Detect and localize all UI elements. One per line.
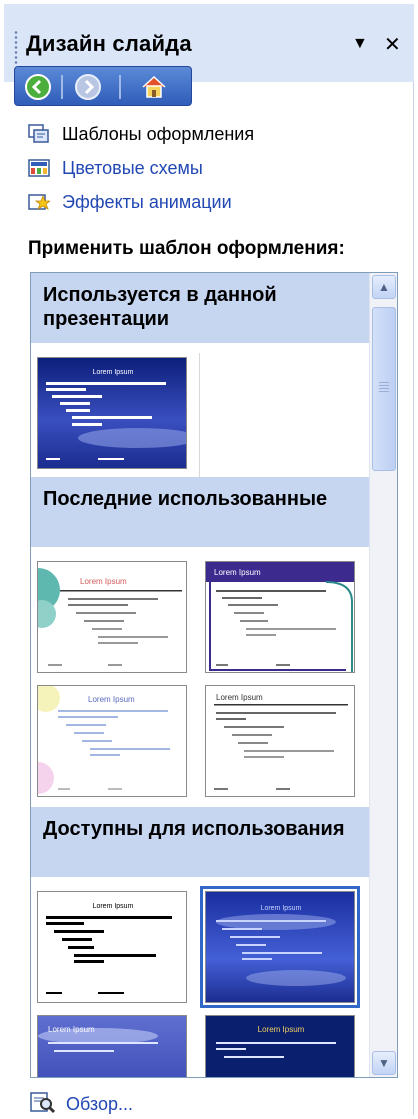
drag-grip-icon[interactable]	[14, 30, 18, 64]
scroll-grip-icon	[379, 382, 389, 392]
design-templates-icon	[28, 124, 50, 144]
template-thumb-recent-4[interactable]: Lorem Ipsum	[205, 685, 355, 797]
template-gallery[interactable]: Используется в данной презентации Lorem …	[30, 272, 398, 1078]
slide-design-task-pane: Дизайн слайда ▼ ✕ Шаблоны оформления Цве…	[4, 4, 414, 1115]
home-icon[interactable]	[139, 72, 169, 102]
group-header-available: Доступны для использования	[31, 807, 369, 877]
close-icon[interactable]: ✕	[384, 32, 401, 57]
nav-separator	[61, 75, 63, 99]
browse-label: Обзор...	[66, 1094, 133, 1114]
column-divider	[199, 353, 200, 479]
thumb-title: Lorem Ipsum	[48, 1025, 95, 1034]
thumb-title: Lorem Ipsum	[80, 577, 127, 586]
thumb-title: Lorem Ipsum	[258, 1025, 305, 1034]
nav-separator	[119, 75, 121, 99]
forward-arrow-icon[interactable]	[73, 72, 103, 102]
animation-effects-icon	[28, 192, 52, 212]
thumb-title: Lorem Ipsum	[93, 369, 134, 376]
thumb-title: Lorem Ipsum	[261, 905, 302, 912]
template-thumb-available-3[interactable]: Lorem Ipsum	[37, 1015, 187, 1077]
design-templates-link[interactable]: Шаблоны оформления	[28, 122, 254, 146]
thumb-title: Lorem Ipsum	[216, 693, 263, 702]
thumb-title: Lorem Ipsum	[88, 695, 135, 704]
group-header-recent: Последние использованные	[31, 477, 369, 547]
navigation-toolbar	[14, 66, 192, 106]
pane-menu-dropdown-icon[interactable]: ▼	[352, 35, 368, 53]
template-gallery-content: Используется в данной презентации Lorem …	[31, 273, 369, 1077]
browse-link[interactable]: Обзор...	[30, 1090, 133, 1119]
animation-effects-label: Эффекты анимации	[62, 191, 232, 212]
thumb-title: Lorem Ipsum	[93, 903, 134, 910]
template-thumb-recent-2[interactable]: Lorem Ipsum	[205, 561, 355, 673]
thumb-title: Lorem Ipsum	[214, 568, 261, 577]
template-thumb-recent-1[interactable]: Lorem Ipsum	[37, 561, 187, 673]
template-thumb-available-4[interactable]: Lorem Ipsum	[205, 1015, 355, 1077]
gallery-scrollbar[interactable]: ▲ ▼	[369, 273, 397, 1077]
template-thumb-current[interactable]: Lorem Ipsum	[37, 357, 187, 469]
apply-template-label: Применить шаблон оформления:	[28, 238, 345, 259]
color-schemes-label: Цветовые схемы	[62, 157, 203, 178]
scroll-up-arrow-icon[interactable]: ▲	[372, 275, 396, 299]
color-schemes-icon	[28, 158, 50, 178]
task-pane-title: Дизайн слайда	[26, 31, 192, 56]
back-arrow-icon[interactable]	[23, 72, 53, 102]
group-header-current: Используется в данной презентации	[31, 273, 369, 343]
browse-icon	[30, 1090, 56, 1119]
animation-effects-link[interactable]: Эффекты анимации	[28, 190, 232, 214]
scroll-down-arrow-icon[interactable]: ▼	[372, 1051, 396, 1075]
template-thumb-recent-3[interactable]: Lorem Ipsum	[37, 685, 187, 797]
design-templates-label: Шаблоны оформления	[62, 123, 255, 144]
template-thumb-available-1[interactable]: Lorem Ipsum	[37, 891, 187, 1003]
template-thumb-available-2[interactable]: Lorem Ipsum	[200, 886, 360, 1008]
color-schemes-link[interactable]: Цветовые схемы	[28, 156, 203, 180]
scroll-thumb[interactable]	[372, 307, 396, 471]
